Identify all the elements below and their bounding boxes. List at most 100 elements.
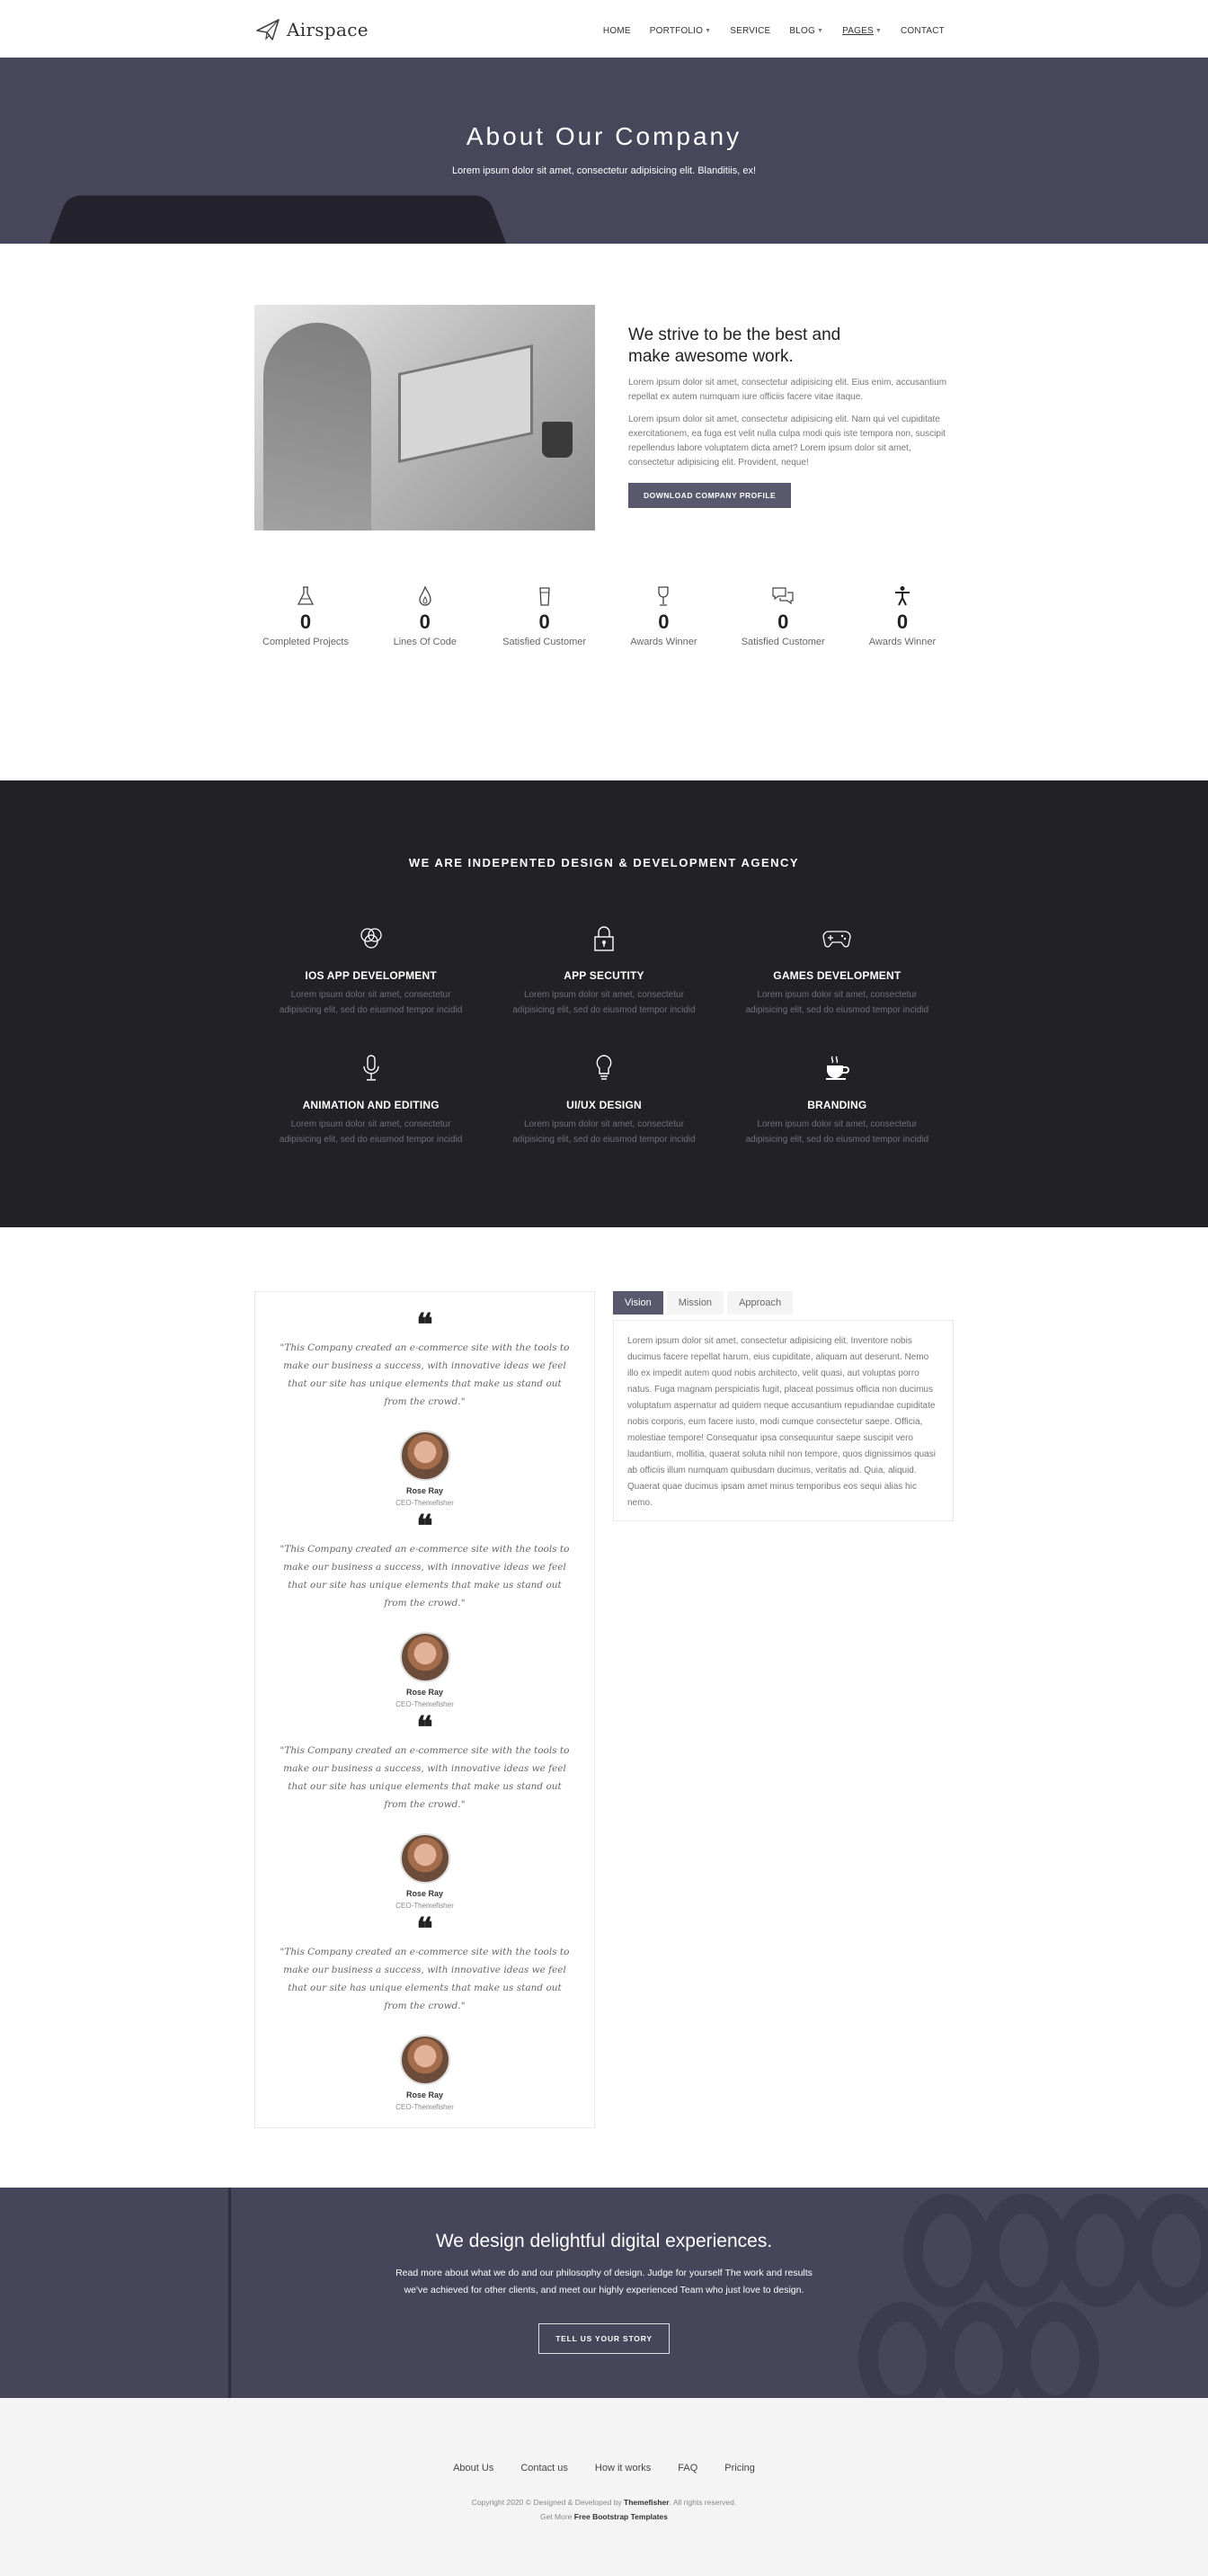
testimonial-name: Rose Ray [405,1688,444,1697]
testimonial-item: ❝ "This Company created an e-commerce si… [255,1307,594,1507]
stat-item: 0 Awards Winner [853,584,952,647]
nav-portfolio[interactable]: PORTFOLIO ▼ [650,26,712,36]
testimonial-quote: "This Company created an e-commerce site… [280,1342,570,1407]
service-item: BRANDING Lorem ipsum dolor sit amet, con… [721,1052,954,1147]
service-desc: Lorem ipsum dolor sit amet, consectetur … [745,1119,929,1145]
chevron-down-icon: ▼ [817,28,824,34]
cta-title: We design delightful digital experiences… [435,2231,773,2251]
tab-panel: Lorem ipsum dolor sit amet, consectetur … [613,1320,954,1521]
footer-link-contact[interactable]: Contact us [520,2463,568,2473]
download-profile-button[interactable]: DOWNLOAD COMPANY PROFILE [628,483,792,508]
copyright-prefix: Copyright 2020 © Designed & Developed by [471,2498,622,2507]
testimonial-item: ❝ "This Company created an e-commerce si… [255,1912,594,2111]
quote-icon: ❝ [416,1307,433,1343]
stat-label: Lines Of Code [393,637,457,647]
service-title: IOS APP DEVELOPMENT [305,969,437,982]
nav-service[interactable]: SERVICE [730,26,770,36]
stats-row: 0 Completed Projects 0 Lines Of Code 0 S… [254,584,954,647]
testimonial-quote: "This Company created an e-commerce site… [280,1745,570,1810]
service-title: ANIMATION AND EDITING [302,1099,440,1111]
service-title: GAMES DEVELOPMENT [773,969,902,982]
avatar [399,1833,450,1884]
stat-value: 0 [419,611,431,633]
decorative-background-icon [858,2194,1208,2398]
quote-icon: ❝ [416,1710,433,1746]
nav-contact[interactable]: CONTACT [901,26,945,36]
testimonial-name: Rose Ray [405,1486,444,1495]
page-title: About Our Company [466,122,742,150]
services-heading: WE ARE INDEPENTED DESIGN & DEVELOPMENT A… [408,856,800,869]
stat-item: 0 Satisfied Customer [495,584,594,647]
more-templates: Get More Free Bootstrap Templates [0,2512,1208,2521]
gamepad-icon [721,923,954,955]
tab-vision[interactable]: Vision [613,1291,663,1315]
flask-icon [256,584,355,609]
nav-blog-label: BLOG [789,26,815,36]
service-desc: Lorem ipsum dolor sit amet, consectetur … [279,990,463,1015]
site-header: Airspace HOME PORTFOLIO ▼ SERVICE BLOG ▼ P… [0,0,1208,58]
stat-label: Completed Projects [262,637,349,647]
main-nav: HOME PORTFOLIO ▼ SERVICE BLOG ▼ PAGES ▼ CON… [603,26,945,36]
about-content: We strive to be the best and make awesom… [628,325,954,508]
stat-label: Satisfied Customer [741,637,825,647]
tab-content: Lorem ipsum dolor sit amet, consectetur … [627,1336,936,1508]
chevron-down-icon: ▼ [875,28,882,34]
cup-icon [495,584,594,609]
footer-link-how-it-works[interactable]: How it works [595,2463,651,2473]
testimonial-list: ❝ "This Company created an e-commerce si… [254,1291,595,2128]
quote-icon: ❝ [416,1912,433,1948]
coffee-icon [721,1052,954,1084]
lightbulb-icon [487,1052,720,1084]
footer-link-pricing[interactable]: Pricing [724,2463,755,2473]
person-icon [853,584,952,609]
flame-icon [376,584,475,609]
tell-story-button[interactable]: TELL US YOUR STORY [538,2323,670,2354]
chat-bubbles-icon [733,584,832,609]
hero-banner: About Our Company Lorem ipsum dolor sit … [0,58,1208,244]
hero-background-image [42,195,513,244]
logo[interactable]: Airspace [254,16,369,43]
about-section: We strive to be the best and make awesom… [0,244,1208,780]
stat-item: 0 Lines Of Code [376,584,475,647]
services-section: WE ARE INDEPENTED DESIGN & DEVELOPMENT A… [0,780,1208,1227]
about-paragraph: Lorem ipsum dolor sit amet, consectetur … [628,378,947,402]
about-paragraph: Lorem ipsum dolor sit amet, consectetur … [628,414,946,468]
tab-approach[interactable]: Approach [727,1291,794,1315]
free-templates-link[interactable]: Free Bootstrap Templates [574,2512,668,2521]
stat-label: Awards Winner [630,637,697,647]
stat-value: 0 [538,611,550,633]
footer-link-about[interactable]: About Us [453,2463,493,2473]
about-title: We strive to be the best and make awesom… [628,325,841,366]
nav-portfolio-label: PORTFOLIO [649,26,704,36]
nav-pages[interactable]: PAGES ▼ [842,26,882,36]
testimonial-name: Rose Ray [405,1889,444,1898]
about-image [254,305,595,530]
avatar [399,1632,450,1682]
themefisher-link[interactable]: Themefisher [624,2498,670,2507]
nav-blog[interactable]: BLOG ▼ [789,26,823,36]
stat-item: 0 Completed Projects [256,584,355,647]
footer-link-faq[interactable]: FAQ [678,2463,697,2473]
nav-home[interactable]: HOME [603,26,631,36]
testimonial-role: CEO-Themefisher [395,1700,454,1708]
circles-icon [254,923,487,955]
hero-subtitle: Lorem ipsum dolor sit amet, consectetur … [451,165,757,176]
service-item: APP SECUTITY Lorem ipsum dolor sit amet,… [487,923,720,1018]
stat-item: 0 Awards Winner [614,584,713,647]
quote-icon: ❝ [416,1509,433,1545]
tab-mission[interactable]: Mission [666,1291,724,1315]
testimonial-role: CEO-Themefisher [395,2103,454,2111]
service-item: ANIMATION AND EDITING Lorem ipsum dolor … [254,1052,487,1147]
testimonial-name: Rose Ray [405,2090,444,2099]
service-title: APP SECUTITY [564,969,644,982]
services-grid: IOS APP DEVELOPMENT Lorem ipsum dolor si… [254,923,954,1147]
stat-value: 0 [777,611,789,633]
stat-label: Satisfied Customer [502,637,587,647]
testimonial-role: CEO-Themefisher [395,1902,454,1910]
testimonial-item: ❝ "This Company created an e-commerce si… [255,1509,594,1708]
service-item: UI/UX DESIGN Lorem ipsum dolor sit amet,… [487,1052,720,1147]
copyright: Copyright 2020 © Designed & Developed by… [0,2498,1208,2507]
paper-plane-icon [256,19,280,40]
wine-glass-icon [614,584,713,609]
nav-contact-label: CONTACT [901,26,945,36]
